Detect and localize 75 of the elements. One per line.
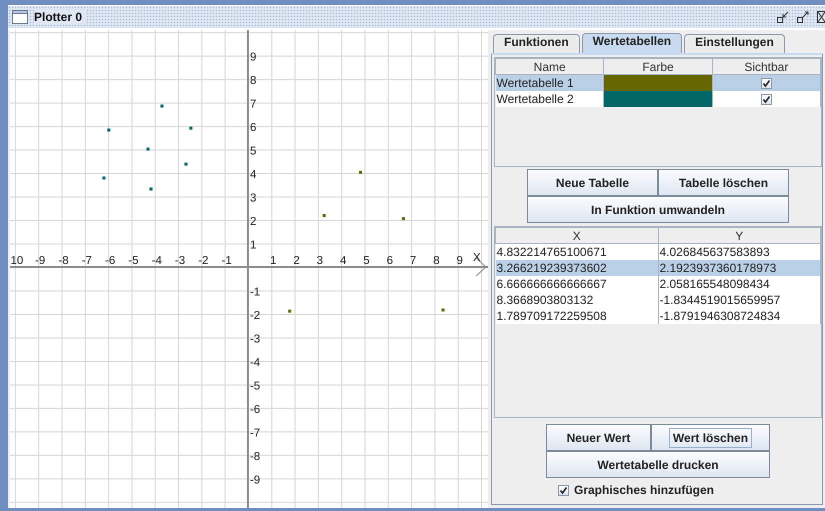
column-header[interactable]: Sichtbar (712, 58, 820, 74)
table-cell[interactable]: 4.026845637583893 (658, 244, 820, 260)
tick-label: 5 (250, 146, 256, 158)
tick-label: 1 (270, 255, 276, 267)
tick-label: -6 (105, 255, 116, 267)
tick-label: -8 (250, 450, 260, 463)
axis-label: X (473, 252, 481, 264)
tick-label: 2 (250, 216, 256, 228)
column-header[interactable]: Farbe (604, 58, 712, 74)
table-cell[interactable]: 2.1923937360178973 (658, 260, 820, 276)
tick-label: -9 (250, 474, 260, 486)
tick-label: 1 (250, 240, 256, 252)
tick-label: -3 (250, 333, 260, 346)
table-cell[interactable]: 6.666666666666667 (496, 276, 658, 292)
tick-label: 3 (250, 192, 256, 205)
checkbox[interactable] (761, 78, 772, 90)
table-cell[interactable]: -1.8344519015659957 (658, 292, 820, 308)
tick-label: -1 (222, 255, 232, 267)
window-title: Plotter 0 (34, 10, 86, 24)
tick-label: 8 (433, 255, 440, 267)
color-swatch[interactable] (604, 75, 712, 91)
minimize-icon[interactable] (776, 10, 790, 24)
table-cell[interactable]: 1.789709172259508 (496, 308, 658, 324)
tick-label: 7 (410, 255, 416, 267)
checkbox[interactable] (761, 94, 772, 106)
tick-label: 4 (250, 169, 256, 182)
table-cell[interactable]: 4.832214765100671 (496, 244, 658, 260)
tick-label: 3 (316, 255, 324, 267)
tick-label: -4 (152, 255, 162, 267)
checkbox[interactable] (558, 484, 569, 496)
window-icon (12, 10, 28, 24)
tick-label: 9 (250, 52, 256, 64)
column-header[interactable]: Name (496, 58, 604, 74)
table-cell[interactable]: 3.266219239373602 (496, 260, 658, 276)
tick-label: 9 (456, 255, 463, 267)
close-icon[interactable] (816, 10, 825, 24)
tick-label: -1 (250, 286, 260, 298)
tick-label: 2 (293, 255, 300, 267)
tick-label: 6 (386, 255, 393, 267)
tick-label: -8 (58, 255, 69, 267)
tick-label: -4 (250, 356, 260, 369)
tick-label: -2 (198, 255, 208, 267)
table-cell[interactable]: -1.8791946308724834 (658, 308, 820, 324)
tick-label: 10 (10, 255, 24, 267)
tab[interactable]: Funktionen (493, 34, 580, 53)
tick-label: -6 (250, 404, 260, 416)
color-swatch[interactable] (604, 91, 712, 107)
action-button[interactable]: Wert löschen (651, 424, 770, 451)
tick-label: -2 (250, 310, 260, 322)
tick-label: -5 (128, 255, 139, 267)
tick-label: 6 (250, 122, 256, 134)
tick-label: 7 (250, 98, 256, 111)
tab[interactable]: Wertetabellen (582, 33, 682, 53)
table-cell[interactable]: 8.3668903803132 (496, 292, 658, 308)
tick-label: 8 (250, 75, 256, 88)
tick-label: -9 (35, 255, 46, 267)
action-button[interactable]: Neuer Wert (546, 424, 651, 451)
tick-label: -7 (250, 427, 260, 440)
column-header[interactable]: Y (658, 228, 820, 244)
tick-label: 5 (363, 255, 370, 267)
table-cell[interactable]: Wertetabelle 1 (496, 74, 604, 91)
tick-label: -5 (250, 380, 260, 392)
table-cell[interactable]: 2.058165548098434 (658, 276, 820, 292)
tick-label: -7 (82, 255, 92, 267)
tab[interactable]: Einstellungen (684, 34, 785, 53)
action-button[interactable]: Tabelle löschen (658, 169, 789, 196)
action-button[interactable]: Neue Tabelle (527, 169, 658, 196)
checkbox-label[interactable]: Graphisches hinzufügen (574, 483, 714, 497)
maximize-icon[interactable] (796, 10, 810, 24)
table-cell[interactable]: Wertetabelle 2 (496, 91, 604, 107)
column-header[interactable]: X (496, 228, 658, 244)
tick-label: 4 (340, 255, 346, 267)
action-button[interactable]: Wertetabelle drucken (546, 451, 770, 478)
action-button[interactable]: In Funktion umwandeln (527, 196, 789, 223)
tick-label: -3 (174, 255, 186, 267)
